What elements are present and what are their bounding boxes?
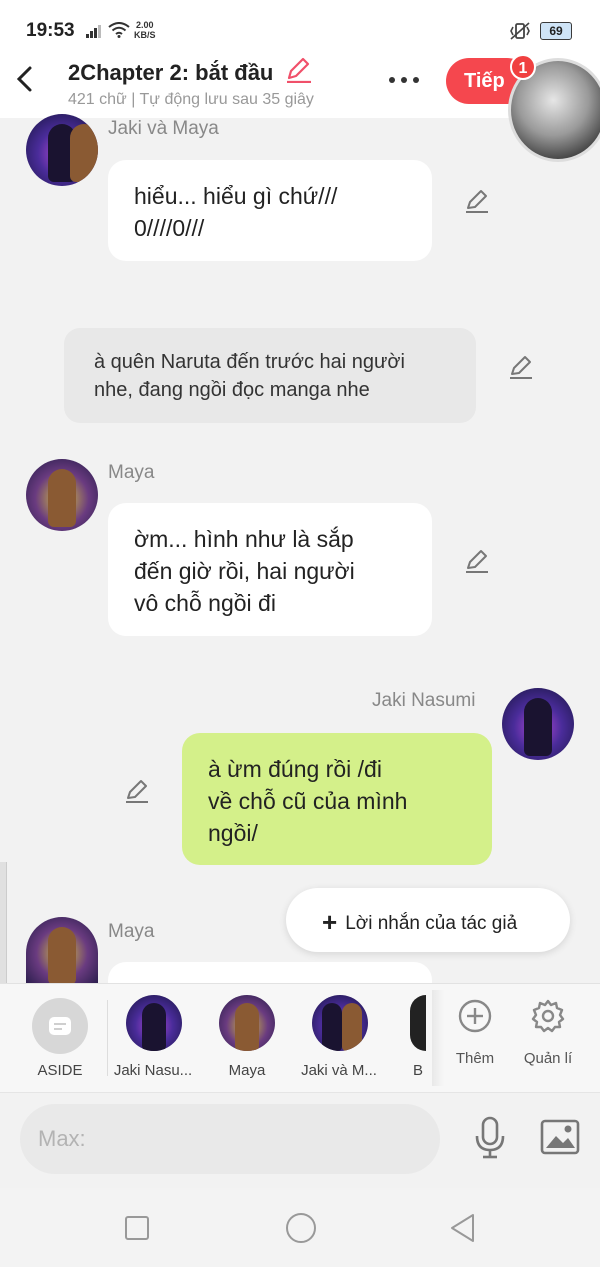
author-note-label: Lời nhắn của tác giả xyxy=(345,913,518,934)
message-line: về chỗ cũ của mình xyxy=(208,788,408,814)
character-bar-shadow xyxy=(432,990,444,1086)
word-count-autosave: 421 chữ | Tự động lưu sau 35 giây xyxy=(68,91,314,108)
avatar-figure xyxy=(322,1003,342,1051)
aside-label: ASIDE xyxy=(37,1062,83,1079)
notification-badge: 1 xyxy=(510,54,536,80)
add-label: Thêm xyxy=(455,1050,495,1067)
avatar-jaki-nasumi[interactable] xyxy=(502,688,574,760)
message-bubble[interactable] xyxy=(108,962,432,983)
avatar-figure xyxy=(524,698,552,756)
speed-value: 2.00 xyxy=(135,20,154,30)
message-input[interactable] xyxy=(20,1104,440,1174)
manage-button[interactable]: Quản lí xyxy=(516,996,580,1076)
avatar-figure xyxy=(342,1003,362,1051)
character-label: Maya xyxy=(228,1062,266,1079)
message-bubble[interactable]: hiểu... hiểu gì chứ/// 0////0/// xyxy=(108,160,432,261)
more-options-button[interactable] xyxy=(386,64,422,101)
avatar-maya[interactable] xyxy=(26,459,98,531)
wifi-icon xyxy=(108,22,130,38)
edit-icon[interactable] xyxy=(124,778,150,804)
battery-indicator: 69 xyxy=(540,22,572,40)
signal-icon xyxy=(86,25,101,38)
edit-icon[interactable] xyxy=(464,188,490,214)
speaker-name: Maya xyxy=(108,921,155,942)
avatar-figure xyxy=(142,1003,166,1051)
plus-icon: + xyxy=(322,907,338,937)
back-nav-button[interactable] xyxy=(448,1212,476,1244)
character-avatar-partial[interactable] xyxy=(410,995,426,1051)
message-line: hiểu... hiểu gì chứ/// xyxy=(134,183,338,209)
chevron-left-icon xyxy=(16,66,32,92)
edit-icon[interactable] xyxy=(464,548,490,574)
message-line: vô chỗ ngồi đi xyxy=(134,590,276,616)
character-avatar-jaki-nasumi[interactable] xyxy=(126,995,182,1051)
narration-bubble[interactable]: à quên Naruta đến trước hai người nhe, đ… xyxy=(64,328,476,423)
avatar-figure xyxy=(235,1003,259,1051)
add-character-button[interactable]: Thêm xyxy=(444,996,506,1076)
manage-label: Quản lí xyxy=(523,1050,573,1067)
message-line: đến giờ rồi, hai người xyxy=(134,558,355,584)
recent-apps-button[interactable] xyxy=(124,1215,150,1241)
speaker-name: Maya xyxy=(108,462,155,483)
character-avatar-jaki-va-maya[interactable] xyxy=(312,995,368,1051)
edit-icon[interactable] xyxy=(508,354,534,380)
character-label: Jaki Nasu... xyxy=(113,1062,193,1079)
speed-unit: KB/S xyxy=(134,30,156,40)
avatar-figure xyxy=(48,469,76,527)
avatar-figure xyxy=(48,927,76,983)
message-line: ờm... hình như là sắp xyxy=(134,526,354,552)
scroll-handle[interactable] xyxy=(0,862,7,984)
message-line: à ừm đúng rồi /đi xyxy=(208,756,382,782)
character-avatar-maya[interactable] xyxy=(219,995,275,1051)
home-button[interactable] xyxy=(285,1212,317,1244)
message-bubble[interactable]: ờm... hình như là sắp đến giờ rồi, hai n… xyxy=(108,503,432,636)
narration-line: à quên Naruta đến trước hai người xyxy=(94,351,405,373)
gear-icon xyxy=(531,999,565,1033)
aside-button[interactable] xyxy=(32,998,88,1054)
status-time: 19:53 xyxy=(26,20,75,41)
microphone-icon[interactable] xyxy=(472,1116,508,1160)
message-line: 0////0/// xyxy=(134,215,205,241)
avatar-jaki-va-maya[interactable] xyxy=(26,114,98,186)
pencil-icon[interactable] xyxy=(284,57,312,84)
more-dots-icon xyxy=(389,77,419,83)
back-button[interactable] xyxy=(14,64,40,94)
character-label: B xyxy=(412,1062,423,1079)
aside-icon xyxy=(49,1017,71,1035)
plus-circle-icon xyxy=(458,999,492,1033)
character-label: Jaki và M... xyxy=(301,1062,377,1079)
network-speed: 2.00 KB/S xyxy=(134,20,156,40)
message-line: ngồi/ xyxy=(208,820,258,846)
image-icon[interactable] xyxy=(540,1119,580,1155)
author-note-button[interactable]: + Lời nhắn của tác giả xyxy=(286,888,570,952)
avatar-maya[interactable] xyxy=(26,917,98,983)
vibrate-icon xyxy=(510,22,530,40)
avatar-figure xyxy=(70,124,98,182)
chapter-title-text: 2Chapter 2: bắt đầu xyxy=(68,60,274,85)
message-bubble[interactable]: à ừm đúng rồi /đi về chỗ cũ của mình ngồ… xyxy=(182,733,492,865)
speaker-name: Jaki và Maya xyxy=(108,118,219,139)
speaker-name: Jaki Nasumi xyxy=(372,690,476,711)
narration-line: nhe, đang ngồi đọc manga nhe xyxy=(94,379,370,401)
chapter-title[interactable]: 2Chapter 2: bắt đầu xyxy=(68,57,312,86)
